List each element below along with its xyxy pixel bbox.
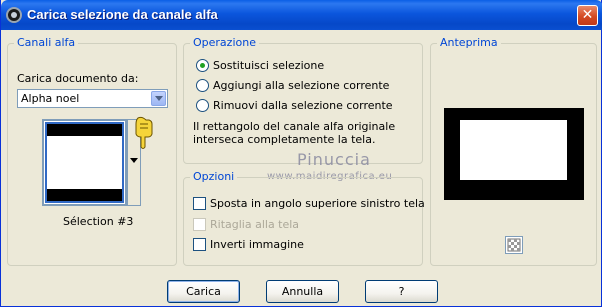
checkbox-label: Sposta in angolo superiore sinistro tela bbox=[210, 197, 425, 210]
info-text-line1: Il rettangolo del canale alfa originale bbox=[193, 120, 396, 133]
checkbox-label: Ritaglia alla tela bbox=[210, 218, 300, 231]
radio-label: Rimuovi dalla selezione corrente bbox=[213, 99, 393, 112]
preview-canvas bbox=[444, 108, 584, 200]
close-icon: ✕ bbox=[581, 7, 594, 23]
group-anteprima: Anteprima bbox=[430, 36, 597, 266]
checkbox-icon[interactable] bbox=[193, 197, 206, 210]
help-button[interactable]: ? bbox=[365, 280, 438, 303]
dialog-window: Carica selezione da canale alfa ✕ Canali… bbox=[0, 0, 602, 307]
thumbnail-black-bottom bbox=[47, 189, 122, 201]
app-icon bbox=[6, 7, 22, 23]
radio-label: Sostituisci selezione bbox=[213, 59, 325, 72]
checkerboard-icon bbox=[507, 238, 521, 252]
watermark-name: Pinuccia bbox=[297, 150, 371, 169]
checkbox-icon[interactable] bbox=[193, 238, 206, 251]
radio-icon[interactable] bbox=[196, 99, 209, 112]
close-button[interactable]: ✕ bbox=[577, 5, 598, 26]
title-bar[interactable]: Carica selezione da canale alfa ✕ bbox=[1, 0, 602, 30]
load-button[interactable]: Carica bbox=[167, 280, 240, 303]
cancel-button[interactable]: Annulla bbox=[266, 280, 339, 303]
info-text-line2: interseca completamente la tela. bbox=[193, 133, 376, 146]
selection-caption: Sélection #3 bbox=[63, 215, 134, 228]
window-title: Carica selezione da canale alfa bbox=[27, 7, 218, 22]
group-title-operazione: Operazione bbox=[190, 36, 259, 49]
preview-zoom-button[interactable] bbox=[505, 236, 523, 254]
group-title-canali-alfa: Canali alfa bbox=[14, 36, 79, 49]
doc-select-value: Alpha noel bbox=[21, 92, 80, 105]
selection-thumbnail[interactable] bbox=[42, 119, 127, 206]
group-title-anteprima: Anteprima bbox=[437, 36, 501, 49]
checkbox-icon bbox=[193, 218, 206, 231]
group-canali-alfa: Canali alfa Carica documento da: Alpha n… bbox=[7, 36, 177, 266]
chevron-down-icon[interactable] bbox=[151, 91, 166, 106]
thumbnail-black-top bbox=[47, 124, 122, 136]
group-title-opzioni: Opzioni bbox=[190, 170, 238, 183]
dropdown-arrow-icon bbox=[130, 158, 138, 163]
pointing-hand-icon bbox=[135, 116, 153, 149]
doc-select[interactable]: Alpha noel bbox=[17, 89, 168, 108]
doc-label: Carica documento da: bbox=[17, 72, 139, 85]
radio-icon[interactable] bbox=[196, 59, 209, 72]
radio-icon[interactable] bbox=[196, 79, 209, 92]
preview-selection bbox=[460, 120, 567, 180]
group-opzioni: Opzioni Sposta in angolo superiore sinis… bbox=[183, 170, 425, 266]
radio-label: Aggiungi alla selezione corrente bbox=[213, 79, 390, 92]
group-operazione: Operazione Sostituisci selezione Aggiung… bbox=[183, 36, 423, 164]
checkbox-label: Inverti immagine bbox=[210, 238, 304, 251]
thumbnail-frame bbox=[45, 122, 124, 203]
